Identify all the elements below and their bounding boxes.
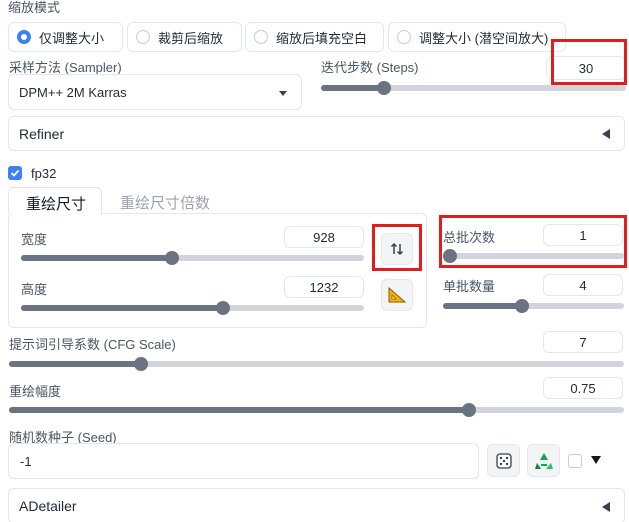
radio-dot xyxy=(254,30,268,44)
refiner-accordion[interactable]: Refiner xyxy=(8,116,625,151)
slider-thumb[interactable] xyxy=(515,299,529,313)
dice-icon xyxy=(495,452,512,469)
steps-label: 迭代步数 (Steps) xyxy=(321,60,419,75)
collapse-triangle-icon xyxy=(602,129,610,139)
highlight-batch-count-box xyxy=(439,215,627,268)
recycle-icon xyxy=(534,452,553,469)
steps-slider[interactable] xyxy=(321,81,626,95)
aspect-ratio-button[interactable] xyxy=(381,279,413,311)
width-label: 宽度 xyxy=(21,232,48,247)
radio-label: 调整大小 (潜空间放大) xyxy=(419,30,549,46)
radio-resize-only[interactable]: 仅调整大小 xyxy=(8,22,123,52)
slider-thumb[interactable] xyxy=(134,357,148,371)
cfg-label: 提示词引导系数 (CFG Scale) xyxy=(9,337,176,352)
radio-latent-upscale[interactable]: 调整大小 (潜空间放大) xyxy=(388,22,566,52)
slider-fill xyxy=(21,305,223,311)
slider-fill xyxy=(321,85,383,91)
extra-seed-checkbox[interactable] xyxy=(568,454,582,468)
denoise-slider[interactable] xyxy=(9,403,624,417)
tab-resize-by[interactable]: 重绘尺寸倍数 xyxy=(120,192,210,213)
radio-label: 缩放后填充空白 xyxy=(276,30,368,46)
slider-fill xyxy=(443,303,522,309)
seed-input[interactable]: -1 xyxy=(8,443,479,479)
refiner-title: Refiner xyxy=(19,125,65,142)
width-slider[interactable] xyxy=(21,251,364,265)
tab-resize-to[interactable]: 重绘尺寸 xyxy=(8,187,102,215)
radio-label: 裁剪后缩放 xyxy=(158,30,224,46)
sampler-dropdown[interactable]: DPM++ 2M Karras xyxy=(8,74,302,110)
highlight-steps-box xyxy=(551,39,627,85)
reuse-seed-button[interactable] xyxy=(527,444,560,477)
batch-size-slider[interactable] xyxy=(443,299,624,313)
width-input[interactable]: 928 xyxy=(284,226,364,248)
highlight-swap-box xyxy=(372,224,422,271)
triangle-ruler-icon xyxy=(388,287,406,303)
fp32-label: fp32 xyxy=(31,166,57,181)
slider-fill xyxy=(21,255,172,261)
radio-dot-selected xyxy=(17,30,31,44)
random-seed-button[interactable] xyxy=(487,444,520,477)
adetailer-accordion[interactable]: ADetailer xyxy=(8,488,625,522)
checkmark-icon xyxy=(10,169,20,177)
radio-resize-fill[interactable]: 缩放后填充空白 xyxy=(245,22,384,52)
slider-fill xyxy=(9,361,141,367)
height-slider[interactable] xyxy=(21,301,364,315)
cfg-input[interactable]: 7 xyxy=(543,331,623,353)
slider-thumb[interactable] xyxy=(462,403,476,417)
sampler-value: DPM++ 2M Karras xyxy=(19,84,127,100)
adetailer-title: ADetailer xyxy=(19,498,77,514)
fp32-checkbox[interactable] xyxy=(8,166,22,180)
denoise-label: 重绘幅度 xyxy=(9,384,62,399)
slider-thumb[interactable] xyxy=(216,301,230,315)
cfg-slider[interactable] xyxy=(9,357,624,371)
resize-mode-label: 缩放模式 xyxy=(8,0,61,15)
chevron-down-icon xyxy=(279,91,287,96)
batch-size-label: 单批数量 xyxy=(443,279,496,294)
radio-label: 仅调整大小 xyxy=(39,30,105,46)
radio-dot xyxy=(136,30,150,44)
radio-dot xyxy=(397,30,411,44)
collapse-triangle-icon xyxy=(602,502,610,512)
expand-triangle-icon[interactable] xyxy=(591,456,601,464)
radio-crop-resize[interactable]: 裁剪后缩放 xyxy=(127,22,242,52)
batch-size-input[interactable]: 4 xyxy=(543,274,623,296)
slider-fill xyxy=(9,407,469,413)
height-input[interactable]: 1232 xyxy=(284,276,364,298)
tab-label: 重绘尺寸 xyxy=(26,196,87,213)
slider-thumb[interactable] xyxy=(377,81,391,95)
height-label: 高度 xyxy=(21,282,48,297)
slider-thumb[interactable] xyxy=(165,251,179,265)
denoise-input[interactable]: 0.75 xyxy=(543,377,623,399)
